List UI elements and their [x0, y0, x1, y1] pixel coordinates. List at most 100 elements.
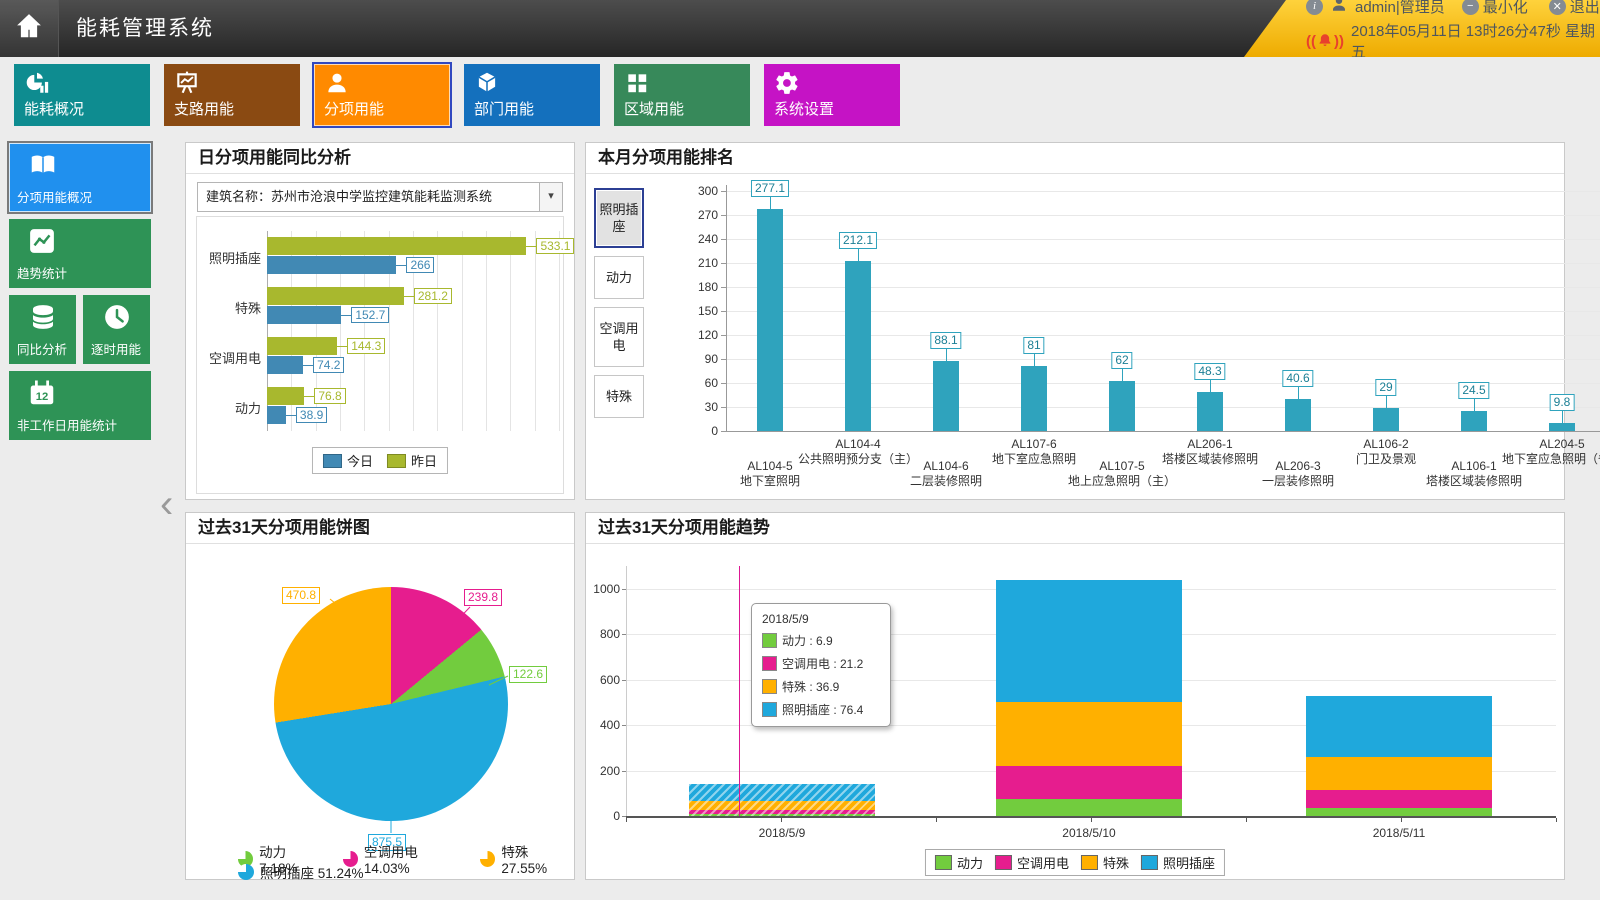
rank-bar[interactable]	[1549, 423, 1575, 431]
legend-item[interactable]: 照明插座 51.24%	[238, 862, 364, 882]
tab-power[interactable]: 动力	[594, 256, 644, 299]
sidebar-item-yoy-analysis[interactable]: 同比分析	[9, 295, 76, 364]
sidebar-item-trend-stats[interactable]: 趋势统计	[9, 219, 151, 288]
rank-bar[interactable]	[1109, 381, 1135, 431]
stack-segment-特殊[interactable]	[1306, 757, 1492, 790]
hbar-昨日[interactable]	[267, 387, 304, 405]
branch-chart-icon	[174, 70, 200, 101]
info-icon[interactable]: i	[1306, 0, 1323, 15]
nav-item-subitem-energy[interactable]: 分项用能	[314, 64, 450, 126]
stack-segment-空调用电[interactable]	[996, 766, 1182, 799]
collapse-sidebar-chevron-icon[interactable]: ‹	[160, 484, 173, 524]
category-name: 地上应急照明（主）	[1032, 474, 1212, 489]
nav-item-branch-energy[interactable]: 支路用能	[164, 64, 300, 126]
home-icon	[14, 11, 44, 46]
rank-bar[interactable]	[845, 261, 871, 431]
label-box: 533.1	[536, 238, 574, 254]
daily-comparison-chart: 照明插座533.1266特殊281.2152.7空调用电144.374.2动力7…	[196, 216, 564, 494]
hbar-昨日[interactable]	[267, 237, 526, 255]
legend-label: 今日	[347, 451, 373, 470]
region-grid-icon	[624, 70, 650, 101]
grid-line	[535, 231, 536, 431]
y-tick-label: 0	[680, 424, 718, 438]
sidebar-item-hourly-energy[interactable]: 逐时用能	[83, 295, 150, 364]
legend-label: 空调用电 14.03%	[364, 841, 462, 876]
label-connector	[526, 246, 536, 247]
stack-segment-特殊[interactable]	[996, 702, 1182, 766]
tab-lighting-sockets[interactable]: 照明插座	[594, 188, 644, 248]
x-tick	[936, 818, 937, 822]
tab-hvac[interactable]: 空调用电	[594, 307, 644, 367]
stack-segment-照明插座[interactable]	[996, 580, 1182, 703]
bar-value-label: 212.1	[839, 232, 877, 249]
bar-value-label: 88.1	[930, 332, 961, 349]
bar-value-label: 144.3	[337, 338, 385, 354]
rank-bar[interactable]	[1461, 411, 1487, 431]
building-selector[interactable]: 建筑名称：苏州市沧浪中学监控建筑能耗监测系统 ▾	[197, 182, 563, 212]
category-name: 一层装修照明	[1208, 474, 1388, 489]
stack-segment-动力[interactable]	[996, 799, 1182, 816]
hbar-今日[interactable]	[267, 256, 396, 274]
category-name: 塔楼区域装修照明	[1384, 474, 1564, 489]
x-tick-label: 2018/5/11	[1339, 826, 1459, 840]
tooltip-title: 2018/5/9	[762, 612, 880, 626]
legend-item[interactable]: 照明插座	[1141, 853, 1215, 872]
pie[interactable]	[274, 587, 508, 821]
hover-highlight	[689, 784, 875, 816]
legend-item[interactable]: 今日	[323, 451, 373, 470]
grid-line	[462, 231, 463, 431]
category-code: AL107-6	[944, 437, 1124, 452]
sidebar-item-label: 趋势统计	[17, 263, 67, 282]
tab-special[interactable]: 特殊	[594, 375, 644, 418]
home-button[interactable]	[0, 0, 59, 57]
nav-item-department-energy[interactable]: 部门用能	[464, 64, 600, 126]
stack-segment-动力[interactable]	[1306, 808, 1492, 816]
panel-title: 过去31天分项用能趋势	[586, 513, 1564, 544]
nav-item-energy-overview[interactable]: 能耗概况	[14, 64, 150, 126]
rank-bar[interactable]	[757, 209, 783, 431]
hbar-昨日[interactable]	[267, 337, 337, 355]
hbar-今日[interactable]	[267, 406, 286, 424]
legend-item[interactable]: 空调用电	[995, 853, 1069, 872]
hbar-昨日[interactable]	[267, 287, 404, 305]
sidebar-item-nonworkday-stats[interactable]: 12 非工作日用能统计	[9, 371, 151, 440]
label-connector	[858, 249, 859, 261]
sidebar-item-subitem-overview[interactable]: 分项用能概况	[9, 143, 151, 212]
x-tick	[1246, 818, 1247, 822]
category-code: AL106-2	[1296, 437, 1476, 452]
legend-item[interactable]: 特殊 27.55%	[480, 841, 574, 876]
hbar-今日[interactable]	[267, 356, 303, 374]
user-label: admin|管理员	[1355, 0, 1445, 17]
close-icon: ✕	[1549, 0, 1566, 15]
rank-bar[interactable]	[1197, 392, 1223, 431]
legend-item[interactable]: 昨日	[387, 451, 437, 470]
label-connector	[341, 315, 351, 316]
bar-value-label: 81	[1023, 337, 1044, 354]
y-tick-label: 90	[680, 352, 718, 366]
legend-label: 照明插座 51.24%	[260, 862, 364, 882]
stack-segment-照明插座[interactable]	[1306, 696, 1492, 757]
rank-bar[interactable]	[1373, 408, 1399, 431]
hbar-今日[interactable]	[267, 306, 341, 324]
nav-item-system-settings[interactable]: 系统设置	[764, 64, 900, 126]
rank-bar[interactable]	[1021, 366, 1047, 431]
category-label: 特殊	[197, 298, 261, 317]
stack-segment-空调用电[interactable]	[1306, 790, 1492, 808]
gear-icon	[774, 70, 800, 101]
chevron-down-icon[interactable]: ▾	[539, 183, 562, 211]
sidebar-item-label: 非工作日用能统计	[17, 415, 117, 434]
legend-item[interactable]: 特殊	[1081, 853, 1129, 872]
alarm-bell-icon[interactable]: (( ))	[1306, 32, 1344, 50]
legend-swatch	[387, 454, 406, 468]
label-connector	[1034, 354, 1035, 366]
legend-item[interactable]: 动力	[935, 853, 983, 872]
bar-value-label: 48.3	[1194, 363, 1225, 380]
rank-bar[interactable]	[1285, 399, 1311, 431]
rank-bar[interactable]	[933, 361, 959, 431]
nav-item-region-energy[interactable]: 区域用能	[614, 64, 750, 126]
logout-button[interactable]: ✕ 退出	[1549, 0, 1600, 17]
logout-label: 退出	[1570, 0, 1600, 17]
label-box: 281.2	[414, 288, 452, 304]
category-name: 地下室照明	[680, 474, 860, 489]
minimize-button[interactable]: − 最小化	[1462, 0, 1528, 17]
